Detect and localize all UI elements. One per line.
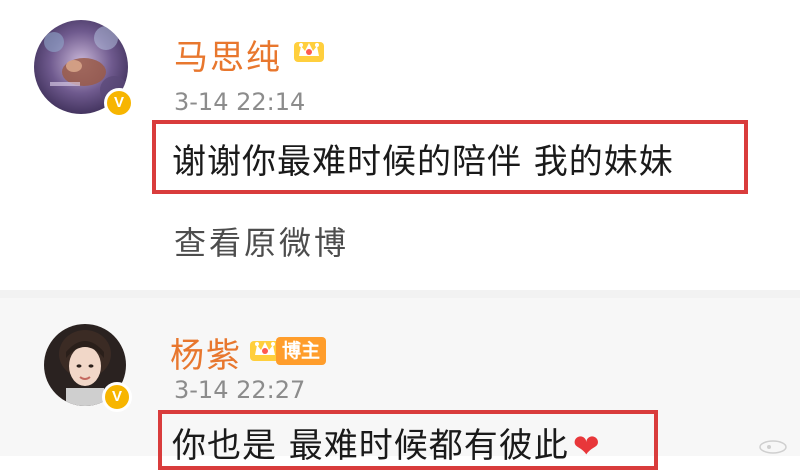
verified-v-icon: V [104, 88, 134, 118]
view-original-link[interactable]: 查看原微博 [174, 218, 349, 264]
author-name[interactable]: 马思纯 [174, 30, 282, 79]
blogger-badge: 博主 [276, 337, 327, 365]
comment-text-body: 你也是 最难时候都有彼此 [172, 426, 569, 466]
verified-v-icon: V [102, 382, 132, 412]
avatar[interactable]: V [34, 20, 134, 118]
watermark-icon [759, 440, 787, 454]
crown-icon [294, 42, 324, 62]
avatar[interactable]: V [44, 324, 132, 412]
post-time: 3-14 22:14 [174, 88, 306, 116]
comment-card: V 马思纯 3-14 22:14 谢谢你最难时候的陪伴 我的妹妹 查看原微博 [0, 0, 800, 290]
author-name[interactable]: 杨紫 [170, 328, 242, 377]
comment-text: 谢谢你最难时候的陪伴 我的妹妹 [172, 142, 674, 182]
heart-emoji: ❤ [572, 427, 601, 465]
post-time: 3-14 22:27 [174, 376, 306, 404]
comment-text: 你也是 最难时候都有彼此 ❤ [172, 418, 601, 467]
